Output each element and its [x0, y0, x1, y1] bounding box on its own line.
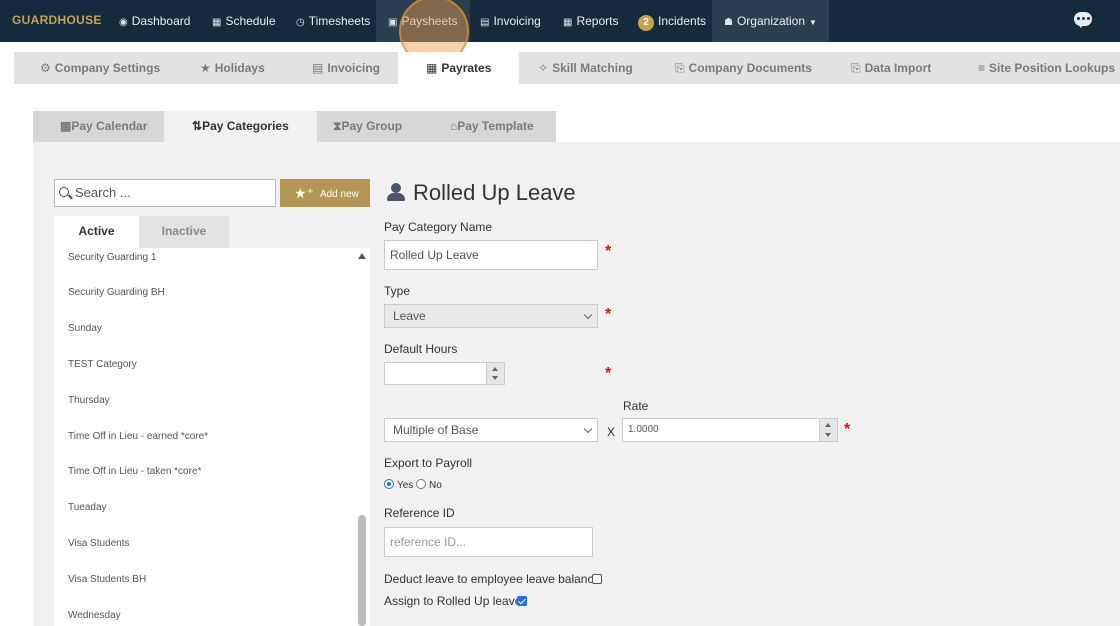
- pay-category-name-label: Pay Category Name: [384, 220, 493, 234]
- tab-inactive-categories[interactable]: Inactive: [139, 216, 229, 248]
- chat-icon[interactable]: [1074, 12, 1092, 28]
- payrates-tabs: ▦Pay Calendar ⇅Pay Categories ⧗Pay Group…: [33, 111, 556, 142]
- reference-id-label: Reference ID: [384, 506, 455, 520]
- list-item[interactable]: Security Guarding 1: [68, 252, 156, 263]
- tab-site-position-lookups[interactable]: ≡ Site Position Lookups: [978, 52, 1115, 84]
- deduct-leave-label: Deduct leave to employee leave balance: [384, 572, 601, 586]
- nav-invoicing[interactable]: ▤ Invoicing: [480, 0, 541, 42]
- multiply-symbol: X: [607, 425, 616, 439]
- number-spinner[interactable]: [486, 363, 504, 384]
- tab-company-settings[interactable]: ⚙ Company Settings: [40, 52, 160, 84]
- list-icon: ≡: [978, 61, 986, 75]
- export-to-payroll-label: Export to Payroll: [384, 456, 473, 470]
- documents-icon: ⎘: [675, 61, 685, 75]
- chevron-down-icon: [583, 310, 593, 320]
- pay-category-list: Security Guarding 1 Security Guarding BH…: [54, 248, 370, 626]
- export-no-label: No: [429, 480, 442, 491]
- type-select[interactable]: Leave: [384, 304, 598, 328]
- list-item[interactable]: Security Guarding BH: [68, 287, 165, 298]
- nav-incidents[interactable]: 2 Incidents: [638, 0, 706, 42]
- table-icon: ▦: [563, 17, 573, 28]
- list-item[interactable]: Wednesday: [68, 610, 121, 621]
- star-plus-icon: ★⁺: [294, 185, 314, 201]
- top-navbar: GUARDHOUSE ◉ Dashboard ▦ Schedule ◷ Timeshe…: [0, 0, 1120, 42]
- nav-schedule[interactable]: ▦ Schedule: [212, 0, 276, 42]
- form-title: Rolled Up Leave: [413, 180, 576, 205]
- default-hours-label: Default Hours: [384, 342, 458, 356]
- required-marker: *: [605, 243, 612, 260]
- incidents-count-badge: 2: [638, 15, 654, 31]
- caret-down-icon: ▼: [809, 18, 817, 27]
- list-item[interactable]: TEST Category: [68, 359, 137, 370]
- scrollbar-thumb[interactable]: [358, 515, 366, 626]
- reference-id-input[interactable]: reference ID...: [384, 527, 593, 557]
- user-icon: [387, 183, 405, 201]
- list-item[interactable]: Visa Students: [68, 538, 130, 549]
- export-yes-radio[interactable]: [384, 479, 394, 489]
- sort-icon: ⇅: [192, 119, 203, 133]
- invoice-icon: ▤: [480, 17, 490, 28]
- tab-data-import[interactable]: ⎘ Data Import: [851, 52, 931, 84]
- add-new-button[interactable]: ★⁺ Add new: [280, 179, 370, 207]
- tab-pay-template[interactable]: ⌂Pay Template: [450, 111, 534, 142]
- users-icon: ☗: [724, 17, 733, 28]
- scroll-up-arrow[interactable]: [358, 253, 366, 259]
- tab-skill-matching[interactable]: ✧ Skill Matching: [538, 52, 633, 84]
- calendar-icon: ▦: [212, 17, 222, 28]
- list-item[interactable]: Thursday: [68, 395, 110, 406]
- tab-pay-calendar[interactable]: ▦Pay Calendar: [60, 111, 147, 142]
- nav-organization[interactable]: ☗ Organization ▼: [712, 0, 829, 42]
- rate-mode-select[interactable]: Multiple of Base: [384, 418, 598, 442]
- tab-active-categories[interactable]: Active: [54, 216, 139, 248]
- list-item[interactable]: Time Off in Lieu - earned *core*: [68, 431, 208, 442]
- rate-input[interactable]: 1.0000: [622, 418, 838, 442]
- list-item[interactable]: Sunday: [68, 323, 102, 334]
- gear-icon: ⚙: [40, 61, 51, 75]
- tab-pay-categories[interactable]: ⇅Pay Categories: [164, 111, 317, 142]
- settings-tabs: ⚙ Company Settings ★ Holidays ▤ Invoicing ▦…: [14, 52, 1120, 84]
- required-marker: *: [605, 306, 612, 323]
- deduct-leave-checkbox[interactable]: [592, 574, 602, 584]
- search-input[interactable]: Search ...: [54, 179, 276, 207]
- tab-payrates[interactable]: ▦ Payrates: [398, 52, 520, 84]
- star-icon: ★: [200, 61, 211, 75]
- pay-category-name-input[interactable]: Rolled Up Leave: [384, 240, 598, 270]
- export-no-radio[interactable]: [416, 479, 426, 489]
- required-marker: *: [844, 421, 851, 438]
- list-item[interactable]: Visa Students BH: [68, 574, 146, 585]
- dashboard-icon: ◉: [119, 17, 128, 28]
- clock-icon: ◷: [296, 17, 305, 28]
- nav-dashboard[interactable]: ◉ Dashboard: [119, 0, 190, 42]
- rolled-up-leave-label: Assign to Rolled Up leave: [384, 594, 522, 608]
- tab-holidays[interactable]: ★ Holidays: [200, 52, 265, 84]
- number-spinner[interactable]: [819, 419, 837, 441]
- rate-label: Rate: [623, 399, 649, 413]
- rolled-up-leave-checkbox[interactable]: [517, 596, 527, 606]
- calendar-icon: ▦: [426, 61, 438, 75]
- nav-reports[interactable]: ▦ Reports: [563, 0, 618, 42]
- invoice-icon: ▤: [312, 61, 324, 75]
- default-hours-input[interactable]: [384, 362, 505, 385]
- calendar-icon: ▦: [60, 119, 72, 133]
- import-icon: ⎘: [851, 61, 861, 75]
- money-icon: ▣: [388, 17, 398, 28]
- tab-pay-group[interactable]: ⧗Pay Group: [333, 111, 402, 142]
- nav-paysheets[interactable]: ▣ Paysheets: [376, 0, 470, 42]
- chevron-down-icon: [583, 424, 593, 434]
- type-label: Type: [384, 284, 411, 298]
- crosshair-icon: ✧: [538, 61, 549, 75]
- export-yes-label: Yes: [397, 480, 414, 491]
- nav-timesheets[interactable]: ◷ Timesheets: [296, 0, 370, 42]
- search-icon: [59, 187, 69, 197]
- tab-company-documents[interactable]: ⎘ Company Documents: [675, 52, 812, 84]
- list-item[interactable]: Time Off in Lieu - taken *core*: [68, 466, 201, 477]
- list-item[interactable]: Tueaday: [68, 502, 107, 513]
- required-marker: *: [605, 365, 612, 382]
- brand-logo[interactable]: GUARDHOUSE: [12, 13, 102, 27]
- tab-invoicing[interactable]: ▤ Invoicing: [312, 52, 380, 84]
